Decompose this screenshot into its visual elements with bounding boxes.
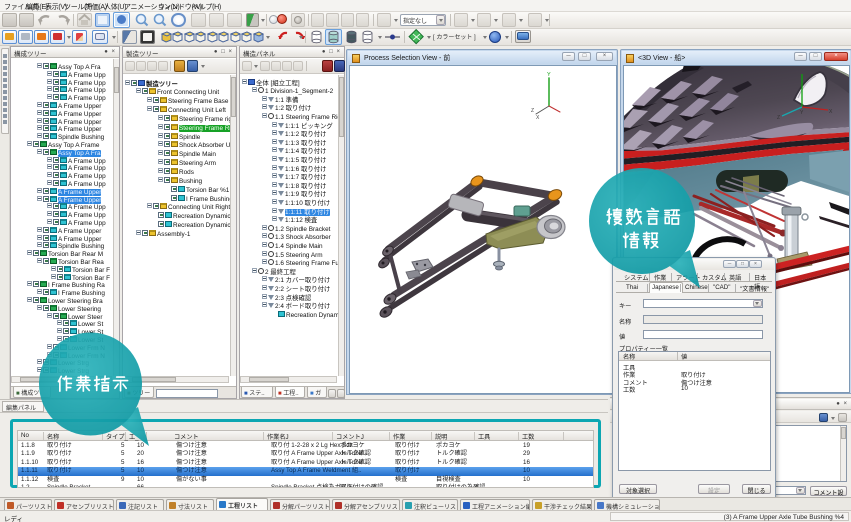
svg-text:Z: Z	[777, 115, 780, 121]
svg-text:Y: Y	[547, 72, 551, 78]
svg-text:Z: Z	[531, 108, 534, 114]
svg-text:X: X	[536, 115, 540, 121]
